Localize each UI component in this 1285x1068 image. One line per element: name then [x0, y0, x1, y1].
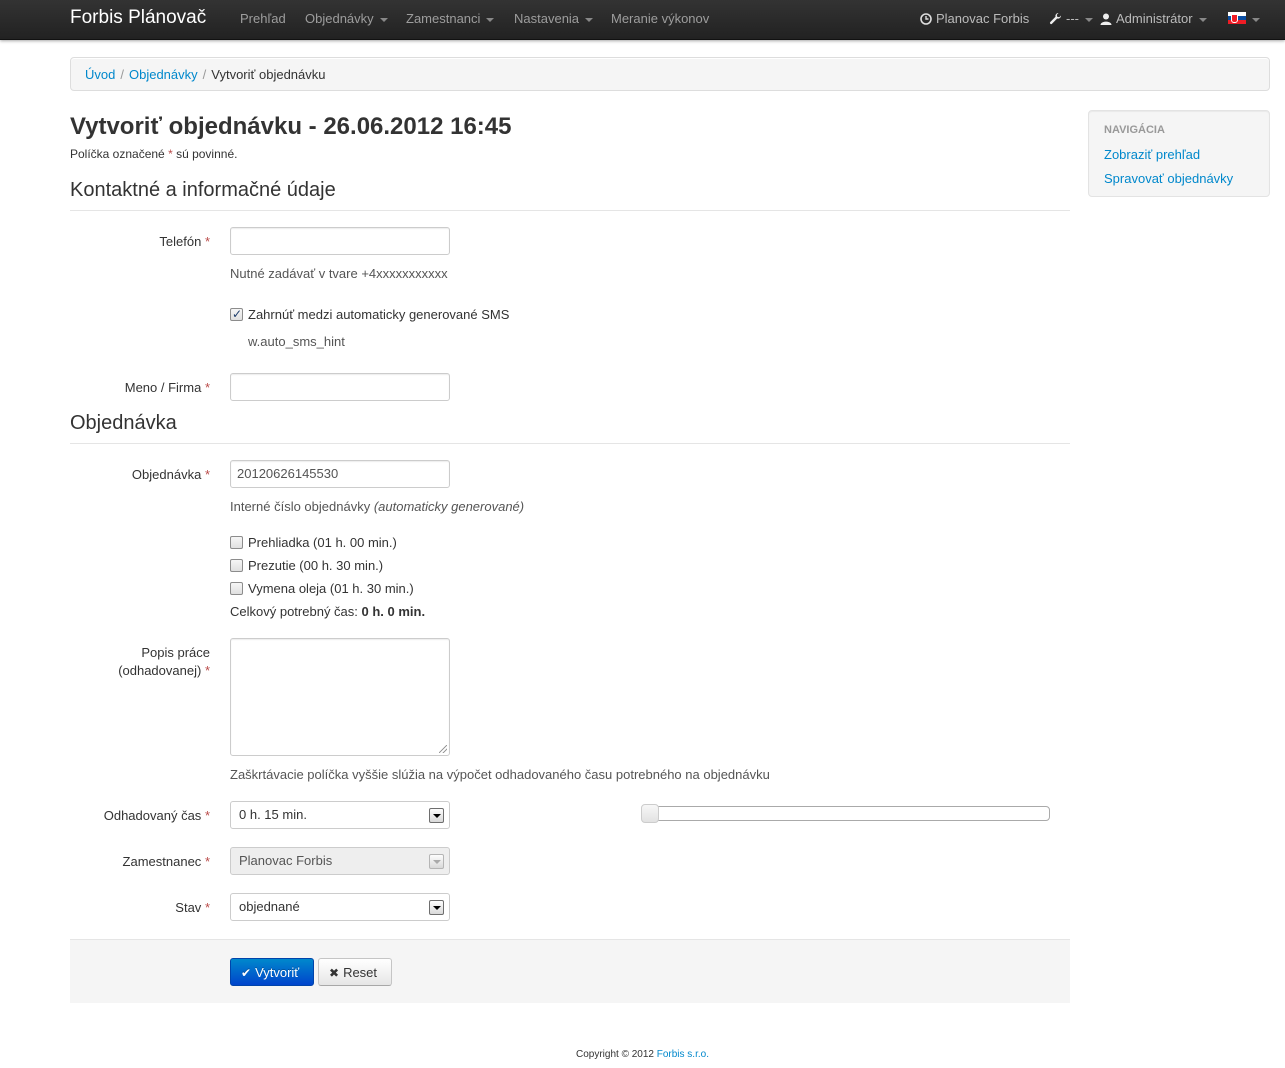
top-navbar: Forbis Plánovač Prehľad Objednávky Zames…: [0, 0, 1285, 40]
page-title: Vytvoriť objednávku - 26.06.2012 16:45: [70, 113, 512, 140]
chevron-down-icon: [1085, 17, 1093, 22]
sms-checkbox-label: Zahrnúť medzi automaticky generované SMS: [248, 307, 510, 322]
employee-select: Planovac Forbis: [230, 847, 450, 875]
service-checkbox[interactable]: [230, 582, 243, 595]
breadcrumb-home[interactable]: Úvod: [85, 67, 115, 82]
sidebar-navigation: Navigácia Zobraziť prehľad Spravovať obj…: [1088, 110, 1270, 197]
nav-item-orders[interactable]: Objednávky: [305, 11, 388, 27]
chevron-down-icon: [1198, 17, 1207, 22]
footer-company-link[interactable]: Forbis s.r.o.: [657, 1049, 709, 1060]
dropdown-arrow-icon: [429, 900, 444, 915]
sidebar-link-overview[interactable]: Zobraziť prehľad: [1104, 147, 1200, 163]
status-select[interactable]: objednané: [230, 893, 450, 921]
nav-item-settings[interactable]: Nastavenia: [514, 11, 594, 27]
order-number-input[interactable]: 20120626145530: [230, 460, 450, 488]
order-number-help: Interné číslo objednávky (automaticky ge…: [230, 499, 525, 514]
sms-hint: w.auto_sms_hint: [248, 334, 345, 349]
sms-checkbox[interactable]: [230, 306, 243, 322]
form-actions: ✔ Vytvoriť ✖ Reset: [70, 939, 1070, 1003]
language-switcher[interactable]: [1228, 11, 1260, 27]
slider-handle[interactable]: [641, 804, 659, 823]
dropdown-arrow-icon: [429, 808, 444, 823]
required-note: Políčka označené * sú povinné.: [70, 147, 238, 161]
slovak-flag-icon: [1228, 12, 1246, 24]
description-label: Popis práce (odhadovanej) *: [118, 645, 210, 678]
employee-label: Zamestnanec *: [122, 854, 210, 869]
phone-help: Nutné zadávať v tvare +4xxxxxxxxxxx: [230, 266, 448, 281]
user-icon: [1100, 13, 1112, 25]
nav-item-overview[interactable]: Prehľad: [240, 11, 286, 27]
nav-user[interactable]: Administrátor: [1100, 11, 1207, 27]
phone-label: Telefón *: [159, 234, 210, 249]
name-input[interactable]: [230, 373, 450, 401]
chevron-down-icon: [1252, 17, 1260, 22]
estimated-time-label: Odhadovaný čas *: [103, 808, 210, 823]
wrench-icon: [1049, 12, 1062, 25]
total-time-value: 0 h. 0 min.: [361, 604, 426, 619]
create-button[interactable]: ✔ Vytvoriť: [230, 958, 314, 986]
resize-grip-icon[interactable]: [439, 745, 447, 753]
checkmark-icon: ✔: [241, 966, 252, 980]
legend-order: Objednávka: [70, 411, 1070, 444]
description-help: Zaškrtávacie políčka vyššie slúžia na vý…: [230, 767, 770, 782]
chevron-down-icon: [379, 17, 388, 22]
sidebar-header: Navigácia: [1104, 124, 1165, 136]
breadcrumb-current: Vytvoriť objednávku: [211, 67, 326, 82]
close-icon: ✖: [329, 966, 340, 980]
estimated-time-slider[interactable]: [641, 804, 1050, 823]
total-time: Celkový potrebný čas: 0 h. 0 min.: [230, 604, 426, 619]
breadcrumb: Úvod / Objednávky / Vytvoriť objednávku: [70, 57, 1270, 91]
service-label: Prehliadka (01 h. 00 min.): [248, 535, 397, 550]
service-row[interactable]: Vymena oleja (01 h. 30 min.): [230, 581, 414, 597]
nav-item-employees[interactable]: Zamestnanci: [406, 11, 495, 27]
breadcrumb-orders[interactable]: Objednávky: [129, 67, 198, 82]
dropdown-arrow-icon: [429, 854, 444, 869]
service-label: Prezutie (00 h. 30 min.): [248, 558, 384, 573]
brand-logo[interactable]: Forbis Plánovač: [70, 7, 206, 29]
clock-icon: [920, 13, 932, 25]
service-row[interactable]: Prezutie (00 h. 30 min.): [230, 558, 383, 574]
status-label: Stav *: [175, 900, 210, 915]
reset-button[interactable]: ✖ Reset: [318, 958, 392, 986]
nav-item-performance[interactable]: Meranie výkonov: [611, 11, 709, 27]
service-checkbox[interactable]: [230, 559, 243, 572]
breadcrumb-separator: /: [120, 67, 124, 82]
footer: Copyright © 2012 Forbis s.r.o.: [576, 1049, 709, 1060]
name-label: Meno / Firma *: [124, 380, 210, 395]
estimated-time-select[interactable]: 0 h. 15 min.: [230, 801, 450, 829]
sms-checkbox-row[interactable]: Zahrnúť medzi automaticky generované SMS: [230, 306, 510, 323]
order-number-label: Objednávka *: [131, 467, 210, 482]
nav-tools[interactable]: ---: [1049, 11, 1093, 27]
chevron-down-icon: [486, 17, 495, 22]
service-row[interactable]: Prehliadka (01 h. 00 min.): [230, 535, 397, 551]
service-label: Vymena oleja (01 h. 30 min.): [248, 581, 414, 596]
breadcrumb-separator: /: [202, 67, 207, 82]
legend-contact: Kontaktné a informačné údaje: [70, 178, 1070, 211]
chevron-down-icon: [585, 17, 594, 22]
phone-input[interactable]: [230, 227, 450, 255]
nav-planner[interactable]: Planovac Forbis: [920, 11, 1029, 27]
service-checkbox[interactable]: [230, 536, 243, 549]
sidebar-link-manage-orders[interactable]: Spravovať objednávky: [1104, 171, 1233, 187]
description-textarea[interactable]: [230, 638, 450, 756]
